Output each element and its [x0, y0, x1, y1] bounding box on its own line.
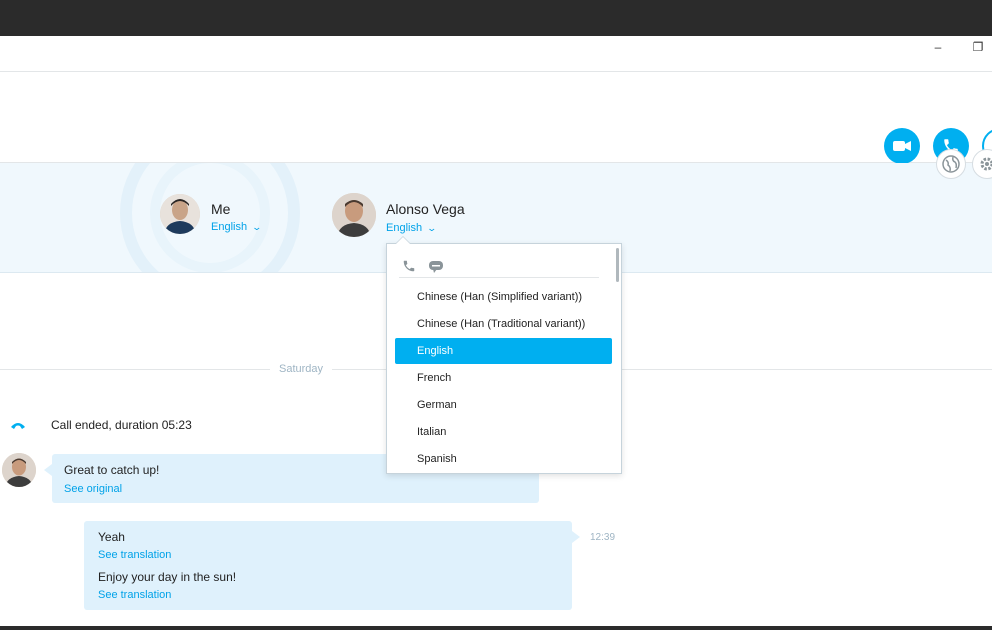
language-option[interactable]: Chinese (Han (Traditional variant)) — [395, 311, 612, 337]
skype-window: – ❐ Me English ⌄ Alonso Vega English ⌄ S… — [0, 36, 992, 630]
language-dropdown[interactable]: Chinese (Han (Simplified variant)) Chine… — [386, 236, 622, 474]
language-option-selected[interactable]: English — [395, 338, 612, 364]
call-ended-icon — [11, 423, 25, 429]
participant-name: Me — [211, 201, 231, 217]
language-option[interactable]: French — [395, 365, 612, 391]
language-label: English — [386, 222, 423, 234]
conversation-header — [0, 73, 992, 164]
language-selector-alonso[interactable]: English ⌄ — [386, 222, 438, 234]
message-text: Great to catch up! — [64, 463, 160, 477]
language-label: English — [211, 221, 248, 233]
see-original-link[interactable]: See original — [64, 483, 122, 495]
language-option[interactable]: Italian — [395, 419, 612, 445]
language-option[interactable]: Spanish — [395, 446, 612, 472]
video-call-button[interactable] — [884, 128, 920, 164]
language-option[interactable]: Chinese (Han (Simplified variant)) — [395, 284, 612, 310]
translator-globe-button[interactable] — [936, 149, 966, 179]
os-bottom-bar — [0, 626, 992, 630]
os-top-bar — [0, 0, 992, 36]
dropdown-mode-icons — [399, 258, 599, 278]
minimize-button[interactable]: – — [930, 40, 946, 54]
avatar — [160, 194, 200, 234]
message-bubble-outgoing: Yeah See translation Enjoy your day in t… — [84, 521, 580, 610]
globe-icon — [942, 155, 960, 173]
chat-bubble-icon[interactable] — [428, 260, 444, 273]
participant-name: Alonso Vega — [386, 201, 465, 217]
see-translation-link[interactable]: See translation — [98, 549, 171, 561]
chevron-down-icon: ⌄ — [426, 223, 438, 233]
language-selector-me[interactable]: English ⌄ — [211, 221, 263, 233]
gear-icon — [980, 157, 992, 171]
day-label: Saturday — [270, 363, 332, 375]
see-translation-link[interactable]: See translation — [98, 589, 171, 601]
chevron-down-icon: ⌄ — [251, 222, 263, 232]
message-text: Yeah — [98, 530, 125, 544]
title-bar: – ❐ — [0, 36, 992, 72]
avatar — [2, 453, 36, 487]
language-option[interactable]: German — [395, 392, 612, 418]
call-ended-text: Call ended, duration 05:23 — [51, 418, 192, 432]
phone-icon[interactable] — [402, 259, 416, 273]
video-camera-icon — [893, 141, 911, 151]
dropdown-scrollbar[interactable] — [616, 248, 619, 282]
avatar — [332, 193, 376, 237]
message-timestamp: 12:39 — [590, 532, 616, 543]
message-text: Enjoy your day in the sun! — [98, 570, 237, 584]
restore-button[interactable]: ❐ — [970, 40, 986, 54]
